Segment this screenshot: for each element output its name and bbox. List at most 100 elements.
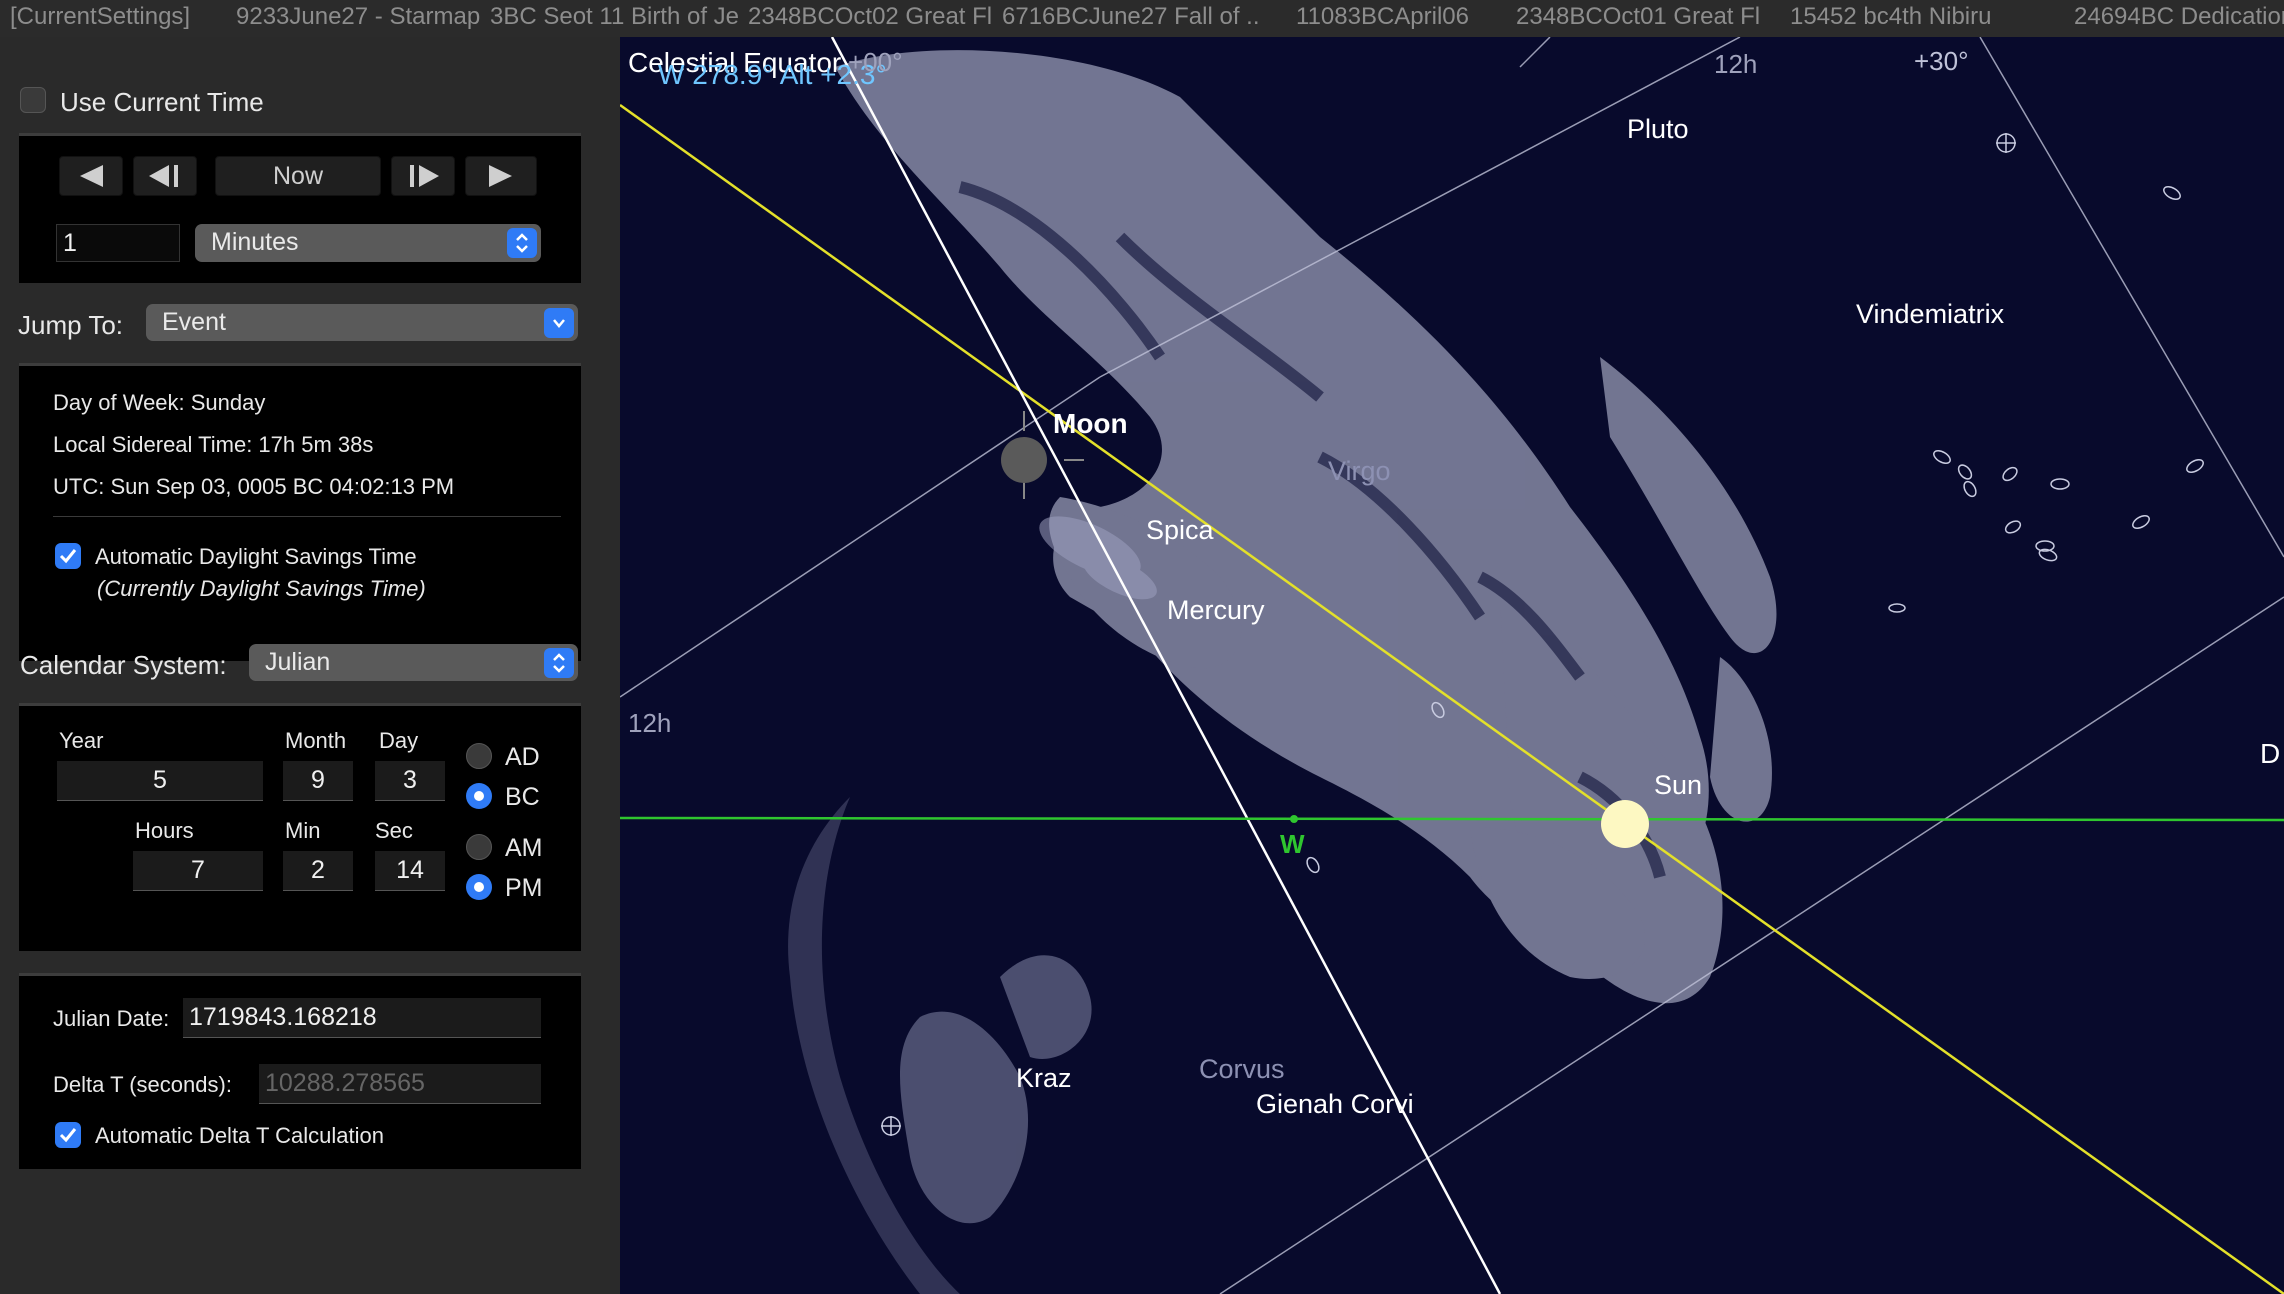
sun-marker [1601, 800, 1649, 848]
step-back-button[interactable] [59, 156, 123, 196]
am-radio[interactable] [466, 834, 492, 860]
divider [53, 516, 561, 517]
step-amount-value: 1 [63, 228, 77, 257]
julian-date-value: 1719843.168218 [189, 1003, 377, 1031]
spica-label[interactable]: Spica [1146, 515, 1214, 546]
time-step-panel: Now 1 Minutes [19, 133, 581, 283]
mercury-label[interactable]: Mercury [1167, 595, 1265, 626]
delta-t-field[interactable]: 10288.278565 [259, 1064, 541, 1104]
time-info-panel: Day of Week: Sunday Local Sidereal Time:… [19, 363, 581, 661]
dec-label-top-left: +00° [848, 47, 903, 77]
month-field[interactable]: 9 [283, 761, 353, 801]
ra-label-top: 12h [1714, 49, 1758, 79]
auto-dst-checkbox[interactable] [55, 543, 81, 569]
step-unit-select[interactable]: Minutes [195, 224, 541, 262]
pm-radio[interactable] [466, 874, 492, 900]
tab-nibiru[interactable]: 15452 bc4th Nibiru [1790, 0, 2054, 37]
jump-to-select[interactable]: Event [146, 304, 578, 341]
year-value: 5 [153, 766, 167, 794]
month-value: 9 [311, 766, 325, 794]
corvus-constellation-art [788, 797, 1092, 1294]
step-unit-value: Minutes [211, 228, 299, 256]
time-settings-sidebar: Use Current Time Now 1 Minutes Jump To: … [0, 37, 620, 1294]
vindemiatrix-label[interactable]: Vindemiatrix [1856, 299, 2004, 330]
min-field[interactable]: 2 [283, 851, 353, 891]
moon-label[interactable]: Moon [1053, 408, 1128, 440]
edge-label-right: D [2260, 738, 2281, 769]
frame-forward-button[interactable] [391, 156, 455, 196]
now-button[interactable]: Now [215, 156, 381, 196]
tab-great-flood-oct02[interactable]: 2348BCOct02 Great Fl [748, 0, 1002, 37]
delta-t-value: 10288.278565 [265, 1069, 425, 1097]
frame-back-button[interactable] [133, 156, 197, 196]
auto-delta-t-label: Automatic Delta T Calculation [95, 1123, 384, 1148]
up-down-chevron-icon [544, 648, 574, 678]
utc-text: UTC: Sun Sep 03, 0005 BC 04:02:13 PM [53, 474, 455, 499]
chevron-down-icon [544, 308, 574, 338]
dst-status-note: (Currently Daylight Savings Time) [97, 576, 426, 601]
hours-field[interactable]: 7 [133, 851, 263, 891]
sky-chart-canvas [620, 37, 2284, 1294]
day-label: Day [379, 728, 419, 753]
sec-value: 14 [396, 856, 424, 884]
era-bc-radio[interactable] [466, 783, 492, 809]
use-current-time-label: Use Current Time [60, 87, 264, 117]
tab-starmap[interactable]: 9233June27 - Starmap [236, 0, 488, 37]
hours-label: Hours [135, 818, 194, 843]
step-back-icon [149, 165, 178, 187]
play-reverse-icon [80, 165, 103, 187]
day-field[interactable]: 3 [375, 761, 445, 801]
sky-chart-view[interactable]: Celestial Equator W 278.9° Alt +2.3° +00… [620, 37, 2284, 1294]
calendar-system-select[interactable]: Julian [249, 644, 578, 681]
step-amount-input[interactable]: 1 [56, 224, 180, 262]
tab-fall-of[interactable]: 6716BCJune27 Fall of ... [1002, 0, 1260, 37]
checkmark-icon [59, 549, 77, 564]
jump-to-label: Jump To: [18, 310, 124, 340]
tab-dedication[interactable]: 24694BC Dedication P [2074, 0, 2284, 37]
julian-date-field[interactable]: 1719843.168218 [183, 998, 541, 1038]
pluto-label[interactable]: Pluto [1627, 114, 1689, 145]
julian-date-label: Julian Date: [53, 1006, 170, 1031]
calendar-system-value: Julian [265, 648, 331, 676]
virgo-label: Virgo [1328, 456, 1391, 486]
day-value: 3 [403, 766, 417, 794]
step-forward-icon [410, 165, 439, 187]
year-label: Year [59, 728, 104, 753]
use-current-time-checkbox[interactable] [20, 87, 46, 113]
era-ad-label: AD [505, 743, 540, 771]
era-ad-radio[interactable] [466, 743, 492, 769]
play-forward-button[interactable] [465, 156, 537, 196]
calendar-system-label: Calendar System: [20, 650, 227, 680]
document-tab-bar: [CurrentSettings] 9233June27 - Starmap 3… [0, 0, 2284, 37]
month-label: Month [285, 728, 347, 753]
horizon-west-marker [1290, 815, 1298, 823]
tab-great-flood-oct01[interactable]: 2348BCOct01 Great Fl [1516, 0, 1784, 37]
min-value: 2 [311, 856, 325, 884]
ecliptic-line [620, 103, 2284, 1294]
pm-label: PM [505, 874, 543, 902]
tab-birth-of-je[interactable]: 3BC Seot 11 Birth of Je [490, 0, 748, 37]
ra-label-left: 12h [628, 708, 672, 738]
auto-dst-label: Automatic Daylight Savings Time [95, 544, 417, 569]
julian-date-panel: Julian Date: 1719843.168218 Delta T (sec… [19, 973, 581, 1169]
tab-april06[interactable]: 11083BCApril06 [1296, 0, 1492, 37]
horizon-west-label: W [1280, 829, 1305, 859]
sidereal-time-text: Local Sidereal Time: 17h 5m 38s [53, 432, 374, 457]
gienah-corvi-label[interactable]: Gienah Corvi [1256, 1089, 1414, 1120]
kraz-label[interactable]: Kraz [1016, 1063, 1072, 1094]
auto-delta-t-checkbox[interactable] [55, 1122, 81, 1148]
delta-t-label: Delta T (seconds): [53, 1072, 232, 1097]
tab-current-settings[interactable]: [CurrentSettings] [10, 0, 210, 37]
up-down-chevron-icon [507, 228, 537, 258]
jump-to-value: Event [162, 308, 226, 336]
sun-label[interactable]: Sun [1654, 770, 1702, 801]
dec-label-top-right: +30° [1914, 46, 1969, 76]
play-icon [489, 165, 512, 187]
min-label: Min [285, 818, 321, 843]
year-field[interactable]: 5 [57, 761, 263, 801]
horizon-line [620, 816, 2284, 822]
era-bc-label: BC [505, 783, 540, 811]
hours-value: 7 [191, 856, 205, 884]
now-label: Now [272, 161, 323, 190]
sec-field[interactable]: 14 [375, 851, 445, 891]
